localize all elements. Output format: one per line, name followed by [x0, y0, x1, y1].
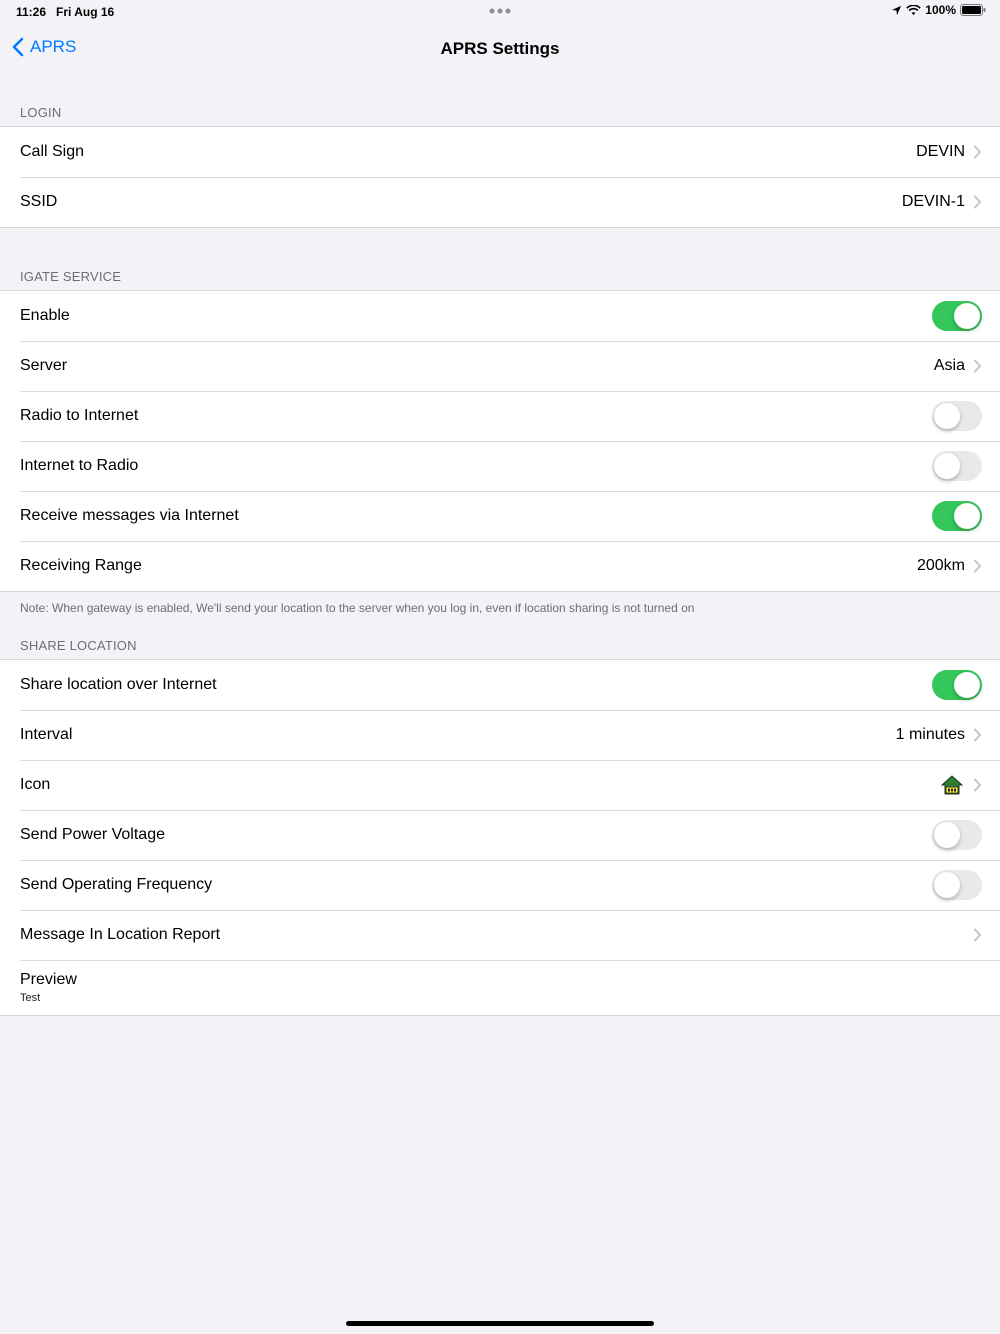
- battery-percent: 100%: [925, 3, 956, 17]
- share-group: Share location over Internet Interval 1 …: [0, 659, 1000, 1016]
- icon-row[interactable]: Icon: [0, 760, 1000, 810]
- row-label: Share location over Internet: [20, 676, 217, 693]
- chevron-right-icon: [974, 778, 982, 792]
- preview-label: Preview: [20, 971, 77, 988]
- login-group: Call Sign DEVIN SSID DEVIN-1: [0, 126, 1000, 228]
- call-sign-row[interactable]: Call Sign DEVIN: [0, 127, 1000, 177]
- radio-to-internet-row: Radio to Internet: [0, 391, 1000, 441]
- navigation-bar: APRS APRS Settings: [0, 24, 1000, 74]
- row-label: Call Sign: [20, 143, 85, 160]
- row-label: Enable: [20, 307, 70, 324]
- page-title: APRS Settings: [440, 39, 560, 58]
- igate-group: Enable Server Asia Radio to Internet Int…: [0, 290, 1000, 592]
- interval-value: 1 minutes: [895, 726, 965, 743]
- row-label: Message In Location Report: [20, 926, 221, 943]
- chevron-right-icon: [974, 359, 982, 373]
- receive-messages-toggle[interactable]: [932, 501, 982, 531]
- receiving-range-row[interactable]: Receiving Range 200km: [0, 541, 1000, 591]
- interval-row[interactable]: Interval 1 minutes: [0, 710, 1000, 760]
- row-label: Receive messages via Internet: [20, 507, 239, 524]
- row-label: SSID: [20, 193, 58, 210]
- status-time: 11:26: [16, 5, 47, 19]
- ssid-row[interactable]: SSID DEVIN-1: [0, 177, 1000, 227]
- power-voltage-toggle[interactable]: [932, 820, 982, 850]
- call-sign-value: DEVIN: [916, 143, 965, 160]
- section-header-share: SHARE LOCATION: [20, 638, 137, 653]
- internet-to-radio-row: Internet to Radio: [0, 441, 1000, 491]
- share-location-toggle[interactable]: [932, 670, 982, 700]
- power-voltage-row: Send Power Voltage: [0, 810, 1000, 860]
- home-indicator[interactable]: [346, 1321, 654, 1326]
- section-header-igate: IGATE SERVICE: [20, 269, 122, 284]
- radio-to-internet-toggle[interactable]: [932, 401, 982, 431]
- section-header-login: LOGIN: [20, 105, 62, 120]
- row-label: Send Operating Frequency: [20, 876, 213, 893]
- row-label: Interval: [20, 726, 73, 743]
- share-location-row: Share location over Internet: [0, 660, 1000, 710]
- receiving-range-value: 200km: [916, 557, 965, 574]
- row-label: Radio to Internet: [20, 407, 139, 424]
- message-row[interactable]: Message In Location Report: [0, 910, 1000, 960]
- row-label: Internet to Radio: [20, 457, 139, 474]
- row-label: Icon: [20, 776, 51, 793]
- ssid-value: DEVIN-1: [901, 193, 965, 210]
- server-value: Asia: [933, 357, 965, 374]
- chevron-right-icon: [974, 195, 982, 209]
- multitasking-dots-icon[interactable]: [489, 6, 511, 16]
- internet-to-radio-toggle[interactable]: [932, 451, 982, 481]
- server-row[interactable]: Server Asia: [0, 341, 1000, 391]
- preview-row: Preview Test: [0, 960, 1000, 1015]
- status-right: 100%: [891, 3, 986, 17]
- operating-frequency-toggle[interactable]: [932, 870, 982, 900]
- battery-icon: [960, 4, 986, 16]
- wifi-icon: [906, 4, 921, 15]
- chevron-right-icon: [974, 928, 982, 942]
- row-label: Receiving Range: [20, 557, 142, 574]
- location-arrow-icon: [892, 5, 902, 15]
- row-label: Server: [20, 357, 68, 374]
- status-bar: 11:26 Fri Aug 16 100%: [0, 0, 1000, 24]
- enable-row: Enable: [0, 291, 1000, 341]
- igate-note: Note: When gateway is enabled, We'll sen…: [20, 601, 695, 615]
- receive-messages-row: Receive messages via Internet: [0, 491, 1000, 541]
- chevron-right-icon: [974, 145, 982, 159]
- chevron-right-icon: [974, 728, 982, 742]
- row-label: Send Power Voltage: [20, 826, 165, 843]
- preview-text: Test: [20, 992, 41, 1004]
- enable-toggle[interactable]: [932, 301, 982, 331]
- chevron-right-icon: [974, 559, 982, 573]
- status-date: Fri Aug 16: [56, 5, 115, 19]
- operating-frequency-row: Send Operating Frequency: [0, 860, 1000, 910]
- house-icon: [941, 775, 963, 795]
